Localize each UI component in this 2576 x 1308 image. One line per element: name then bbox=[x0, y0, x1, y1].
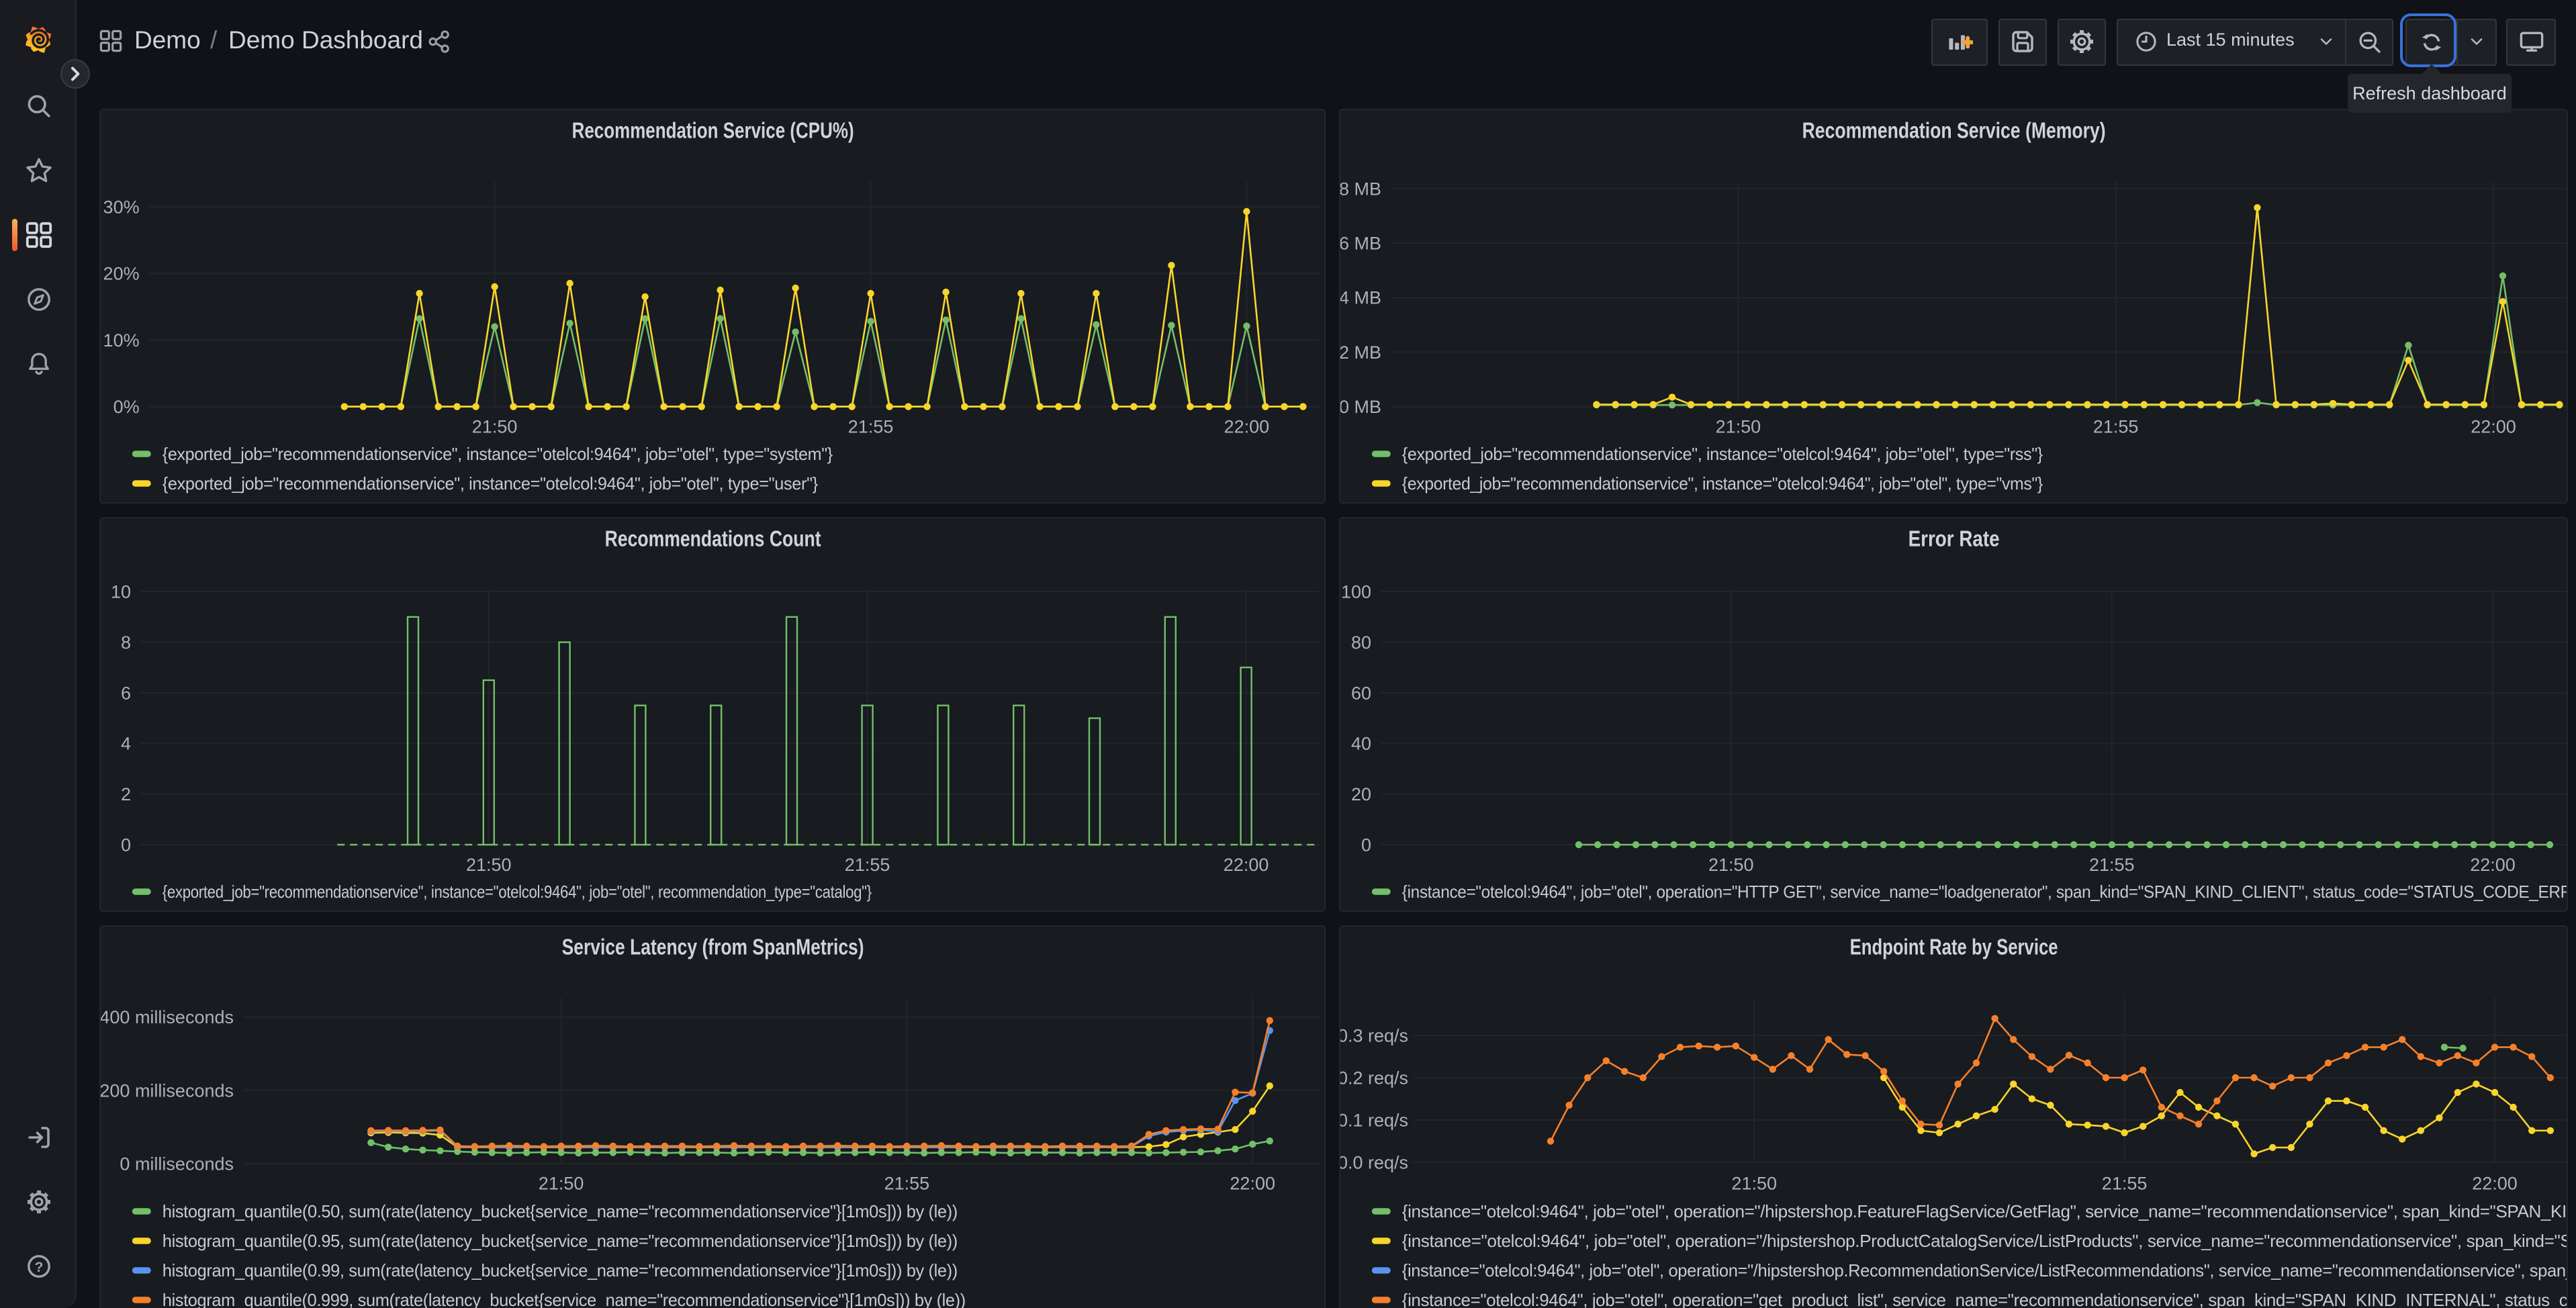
svg-text:4: 4 bbox=[120, 733, 130, 753]
svg-text:{exported_job="recommendations: {exported_job="recommendationservice", i… bbox=[162, 881, 872, 901]
svg-text:21:50: 21:50 bbox=[465, 854, 511, 874]
svg-text:21:50: 21:50 bbox=[471, 416, 517, 436]
svg-text:80: 80 bbox=[1350, 632, 1371, 652]
svg-text:21:55: 21:55 bbox=[844, 854, 890, 874]
svg-text:21:55: 21:55 bbox=[2092, 416, 2138, 436]
svg-text:22:00: 22:00 bbox=[1223, 854, 1269, 874]
svg-text:{instance="otelcol:9464", job=: {instance="otelcol:9464", job="otel", op… bbox=[1401, 1289, 2568, 1308]
svg-text:{instance="otelcol:9464", job=: {instance="otelcol:9464", job="otel", op… bbox=[1401, 1260, 2568, 1280]
svg-text:{instance="otelcol:9464", job=: {instance="otelcol:9464", job="otel", op… bbox=[1401, 1230, 2568, 1250]
svg-text:?: ? bbox=[34, 1260, 43, 1275]
svg-text:0.2 req/s: 0.2 req/s bbox=[1338, 1067, 1408, 1087]
svg-text:21:50: 21:50 bbox=[1708, 854, 1753, 874]
svg-text:6 MB: 6 MB bbox=[1338, 232, 1381, 252]
svg-text:0.1 req/s: 0.1 req/s bbox=[1338, 1109, 1408, 1129]
svg-text:40: 40 bbox=[1350, 733, 1371, 753]
svg-text:{exported_job="recommendations: {exported_job="recommendationservice", i… bbox=[162, 443, 833, 463]
svg-text:21:55: 21:55 bbox=[847, 416, 893, 436]
svg-text:Endpoint Rate by Service: Endpoint Rate by Service bbox=[1849, 934, 2058, 959]
svg-text:30%: 30% bbox=[103, 196, 139, 216]
svg-text:histogram_quantile(0.999, sum(: histogram_quantile(0.999, sum(rate(laten… bbox=[162, 1289, 965, 1308]
svg-text:0.0 req/s: 0.0 req/s bbox=[1338, 1152, 1408, 1172]
svg-text:Service Latency (from SpanMetr: Service Latency (from SpanMetrics) bbox=[561, 934, 864, 959]
svg-text:22:00: 22:00 bbox=[2469, 854, 2515, 874]
svg-text:0: 0 bbox=[120, 834, 130, 854]
svg-text:21:55: 21:55 bbox=[884, 1172, 929, 1193]
svg-text:0 milliseconds: 0 milliseconds bbox=[119, 1153, 233, 1173]
svg-text:{exported_job="recommendations: {exported_job="recommendationservice", i… bbox=[1401, 473, 2043, 493]
svg-text:21:50: 21:50 bbox=[538, 1172, 584, 1193]
svg-text:6: 6 bbox=[120, 682, 130, 702]
svg-text:8 MB: 8 MB bbox=[1338, 178, 1381, 198]
svg-text:21:50: 21:50 bbox=[1715, 416, 1761, 436]
svg-text:60: 60 bbox=[1350, 682, 1371, 702]
svg-text:21:50: 21:50 bbox=[1731, 1172, 1776, 1193]
svg-text:Error Rate: Error Rate bbox=[1908, 526, 1999, 551]
svg-text:22:00: 22:00 bbox=[2470, 416, 2516, 436]
svg-text:22:00: 22:00 bbox=[2471, 1172, 2517, 1193]
svg-text:20%: 20% bbox=[103, 263, 139, 283]
svg-text:22:00: 22:00 bbox=[1224, 416, 1269, 436]
svg-text:2 MB: 2 MB bbox=[1338, 342, 1381, 362]
svg-text:Recommendation Service (CPU%): Recommendation Service (CPU%) bbox=[571, 118, 854, 142]
svg-text:21:55: 21:55 bbox=[2088, 854, 2134, 874]
svg-text:{instance="otelcol:9464", job=: {instance="otelcol:9464", job="otel", op… bbox=[1401, 1201, 2568, 1221]
svg-text:8: 8 bbox=[120, 632, 130, 652]
svg-text:Recommendations Count: Recommendations Count bbox=[604, 526, 821, 551]
svg-text:22:00: 22:00 bbox=[1229, 1172, 1275, 1193]
svg-text:{exported_job="recommendations: {exported_job="recommendationservice", i… bbox=[162, 473, 818, 493]
svg-text:0: 0 bbox=[1361, 834, 1371, 854]
svg-text:0 MB: 0 MB bbox=[1338, 396, 1381, 416]
svg-text:histogram_quantile(0.50, sum(r: histogram_quantile(0.50, sum(rate(latenc… bbox=[162, 1201, 957, 1221]
svg-text:200 milliseconds: 200 milliseconds bbox=[99, 1080, 233, 1100]
svg-text:histogram_quantile(0.99, sum(r: histogram_quantile(0.99, sum(rate(latenc… bbox=[162, 1260, 957, 1280]
svg-text:10%: 10% bbox=[103, 330, 139, 350]
svg-text:21:55: 21:55 bbox=[2101, 1172, 2147, 1193]
svg-text:histogram_quantile(0.95, sum(r: histogram_quantile(0.95, sum(rate(latenc… bbox=[162, 1230, 957, 1250]
svg-text:0.3 req/s: 0.3 req/s bbox=[1338, 1025, 1408, 1045]
svg-text:0%: 0% bbox=[113, 396, 139, 416]
svg-text:{instance="otelcol:9464", job=: {instance="otelcol:9464", job="otel", op… bbox=[1401, 881, 2568, 901]
svg-text:20: 20 bbox=[1350, 784, 1371, 804]
svg-text:4 MB: 4 MB bbox=[1338, 287, 1381, 308]
svg-text:2: 2 bbox=[120, 784, 130, 804]
svg-text:{exported_job="recommendations: {exported_job="recommendationservice", i… bbox=[1401, 443, 2043, 463]
svg-text:10: 10 bbox=[110, 581, 130, 601]
svg-text:Recommendation Service (Memory: Recommendation Service (Memory) bbox=[1802, 118, 2105, 142]
svg-text:100: 100 bbox=[1340, 581, 1371, 601]
svg-text:400 milliseconds: 400 milliseconds bbox=[99, 1007, 233, 1027]
